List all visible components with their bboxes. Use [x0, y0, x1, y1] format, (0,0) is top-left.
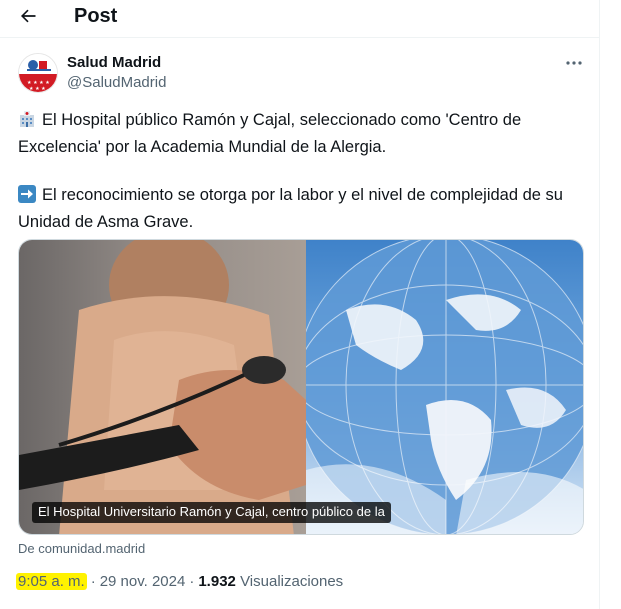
meta-separator: ·	[90, 573, 96, 590]
header-bar: Post	[0, 0, 600, 34]
views-label: Visualizaciones	[240, 573, 344, 590]
views-count: 1.932	[198, 573, 236, 590]
tweet-meta: 9:05 a. m. · 29 nov. 2024 · 1.932 Visualizac…	[16, 572, 344, 592]
timestamp-link[interactable]: 9:05 a. m.	[16, 573, 87, 590]
tweet-paragraph-2: El reconocimiento se otorga por la labor…	[18, 183, 588, 234]
header-divider	[0, 37, 600, 38]
tweet-paragraph-1-text: El Hospital público Ramón y Cajal, selec…	[18, 111, 522, 156]
tweet-paragraph-1: El Hospital público Ramón y Cajal, selec…	[18, 108, 588, 159]
meta-separator: ·	[189, 573, 195, 590]
tweet-text: El Hospital público Ramón y Cajal, selec…	[18, 108, 588, 234]
arrow-left-icon	[21, 9, 36, 23]
stethoscope-back-photo	[19, 240, 306, 534]
media-card[interactable]: El Hospital Universitario Ramón y Cajal,…	[18, 239, 584, 535]
media-caption: El Hospital Universitario Ramón y Cajal,…	[32, 502, 391, 523]
author-name[interactable]: Salud Madrid	[67, 54, 161, 72]
media-source-link[interactable]: De comunidad.madrid	[18, 541, 145, 557]
more-options-button[interactable]	[562, 56, 586, 70]
svg-text:★ ★ ★: ★ ★ ★	[29, 86, 46, 92]
right-arrow-icon	[18, 185, 36, 210]
more-horizontal-icon	[566, 61, 582, 65]
comunidad-madrid-logo: ★ ★ ★ ★ ★ ★ ★	[19, 54, 57, 92]
author-handle[interactable]: @SaludMadrid	[67, 74, 166, 92]
page-title: Post	[74, 5, 118, 27]
back-button[interactable]	[14, 3, 42, 29]
date-link[interactable]: 29 nov. 2024	[100, 573, 186, 590]
hospital-icon	[18, 110, 36, 135]
avatar[interactable]: ★ ★ ★ ★ ★ ★ ★	[18, 53, 58, 93]
globe-photo	[295, 240, 583, 534]
tweet-paragraph-2-text: El reconocimiento se otorga por la labor…	[18, 186, 563, 231]
